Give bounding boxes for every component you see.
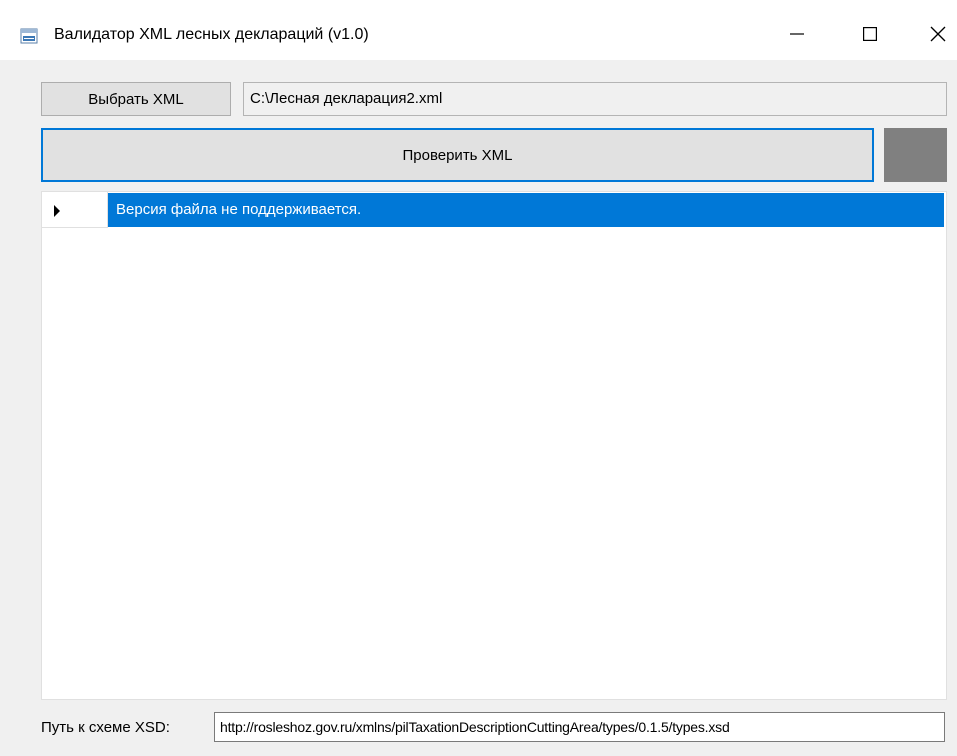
xml-file-icon <box>20 28 38 44</box>
table-row[interactable]: Версия файла не поддерживается. <box>42 192 946 228</box>
title-bar[interactable]: Валидатор XML лесных деклараций (v1.0) <box>0 0 957 60</box>
row-header[interactable] <box>42 192 108 228</box>
maximize-icon <box>863 27 877 41</box>
results-grid[interactable]: Версия файла не поддерживается. <box>41 191 947 700</box>
row-message-cell[interactable]: Версия файла не поддерживается. <box>108 193 944 227</box>
file-path-field[interactable]: C:\Лесная декларация2.xml <box>243 82 947 116</box>
status-indicator <box>884 128 947 182</box>
check-xml-button[interactable]: Проверить XML <box>41 128 874 182</box>
xsd-path-field[interactable]: http://rosleshoz.gov.ru/xmlns/pilTaxatio… <box>214 712 945 742</box>
maximize-button[interactable] <box>847 12 893 56</box>
current-row-arrow-icon <box>54 205 60 217</box>
window-title: Валидатор XML лесных деклараций (v1.0) <box>54 26 369 43</box>
select-xml-button[interactable]: Выбрать XML <box>41 82 231 116</box>
close-icon <box>930 26 946 42</box>
close-button[interactable] <box>915 12 957 56</box>
xsd-path-label: Путь к схеме XSD: <box>41 719 170 736</box>
minimize-icon <box>790 33 804 35</box>
main-window: Валидатор XML лесных деклараций (v1.0) В… <box>0 0 957 756</box>
minimize-button[interactable] <box>774 12 820 56</box>
